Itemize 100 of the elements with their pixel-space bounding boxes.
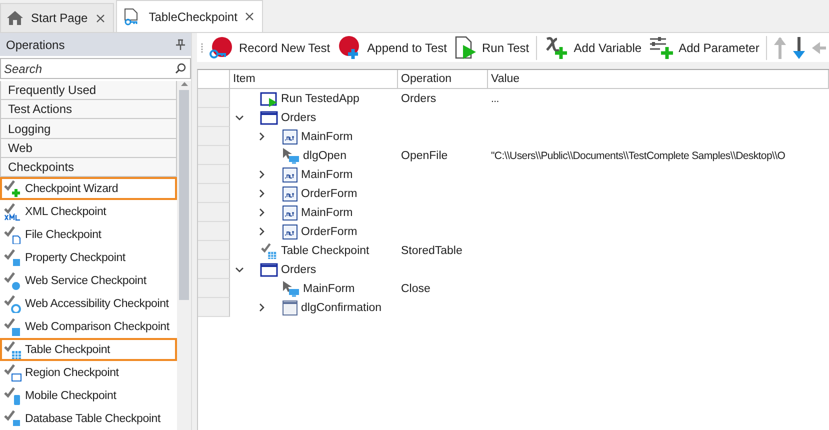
operation-name: OpenFile xyxy=(401,150,448,162)
dotnet-form-icon xyxy=(282,186,298,202)
row-indicator xyxy=(198,165,230,184)
row-indicator xyxy=(198,146,230,165)
category-header[interactable]: Web xyxy=(0,138,177,158)
home-icon xyxy=(7,10,23,26)
window-icon xyxy=(260,262,278,278)
checkpoint-table-icon xyxy=(4,340,22,359)
record-icon xyxy=(206,36,235,60)
tab-label: Start Page xyxy=(31,11,88,25)
panel-title: Operations xyxy=(6,38,65,52)
item-name[interactable]: MainForm xyxy=(301,168,353,180)
row-indicator xyxy=(198,260,230,279)
checkpoint-xml-icon xyxy=(4,202,22,221)
toolbar-button[interactable]: Run Test xyxy=(450,34,532,60)
parameter-add-icon xyxy=(648,36,675,60)
item-name[interactable]: dlgOpen xyxy=(303,150,346,162)
category-header[interactable]: Test Actions xyxy=(0,100,177,120)
row-indicator xyxy=(198,279,230,298)
operation-item[interactable]: Database Table Checkpoint xyxy=(0,407,177,430)
item-name[interactable]: dlgConfirmation xyxy=(301,302,382,314)
item-name[interactable]: MainForm xyxy=(303,282,355,294)
item-name[interactable]: Table Checkpoint xyxy=(281,244,370,256)
row-indicator xyxy=(198,222,230,241)
operation-item[interactable]: XML Checkpoint xyxy=(0,200,177,224)
checkpoint-file-icon xyxy=(4,226,22,244)
toolbar-button[interactable]: Add Variable xyxy=(540,34,645,60)
row-indicator xyxy=(198,89,230,108)
cursor-monitor-icon xyxy=(282,148,300,164)
search-field[interactable]: Search xyxy=(0,58,191,79)
row-indicator xyxy=(198,108,230,127)
up-arrow-icon xyxy=(774,36,786,60)
dotnet-form-icon xyxy=(282,128,298,144)
category-header[interactable]: Checkpoints xyxy=(0,158,177,178)
toolbar-button[interactable]: Add Parameter xyxy=(646,34,762,60)
value-text: "C:\\Users\\Public\\Documents\\TestComplete Samples\\Desktop\\O xyxy=(491,150,786,162)
left-arrow-icon xyxy=(812,42,826,54)
row-indicator xyxy=(198,127,230,146)
item-name[interactable]: Orders xyxy=(281,112,316,124)
category-header[interactable]: Frequently Used xyxy=(0,81,177,100)
item-name[interactable]: MainForm xyxy=(301,206,353,218)
checkpoint-region-icon xyxy=(4,364,22,382)
checkpoint-webcompare-icon xyxy=(4,318,22,336)
operation-item[interactable]: Region Checkpoint xyxy=(0,361,177,384)
item-name[interactable]: Orders xyxy=(281,264,316,276)
item-name[interactable]: MainForm xyxy=(301,130,353,142)
cursor-monitor-icon xyxy=(282,280,300,296)
scroll-up-icon xyxy=(180,81,188,86)
close-icon xyxy=(245,12,254,21)
operation-name: Orders xyxy=(401,92,436,104)
tab-label: TableCheckpoint xyxy=(148,10,238,24)
expand-caret-icon xyxy=(256,189,266,198)
down-arrow-icon xyxy=(792,36,805,60)
checkpoint-webservice-icon xyxy=(4,272,22,290)
column-header[interactable]: Value xyxy=(488,70,829,89)
checkpoint-wizard-icon xyxy=(4,180,22,198)
scrollbar[interactable] xyxy=(177,81,191,430)
expand-caret-icon xyxy=(256,208,266,217)
search-icon xyxy=(175,63,186,74)
dotnet-form-icon xyxy=(282,224,298,240)
dotnet-form-icon xyxy=(282,166,298,182)
column-header[interactable]: Item xyxy=(230,70,398,89)
collapse-caret-icon xyxy=(234,265,244,274)
checkpoint-mobile-icon xyxy=(4,386,22,405)
checkpoint-webaccess-icon xyxy=(4,294,22,313)
checkpoint-property-icon xyxy=(4,248,22,267)
checkpoint-database-icon xyxy=(4,410,22,428)
document-tab[interactable]: Start Page xyxy=(0,3,114,32)
pin-icon xyxy=(176,39,185,50)
expand-caret-icon xyxy=(256,132,266,141)
dotnet-form-icon xyxy=(282,204,298,220)
category-header[interactable]: Logging xyxy=(0,119,177,139)
value-text: ... xyxy=(491,92,499,104)
item-name[interactable]: OrderForm xyxy=(301,188,358,200)
operation-item[interactable]: Web Comparison Checkpoint xyxy=(0,315,177,338)
operation-item[interactable]: Table Checkpoint xyxy=(0,338,177,362)
operation-item[interactable]: Checkpoint Wizard xyxy=(0,177,177,200)
operation-name: StoredTable xyxy=(401,244,462,256)
item-name[interactable]: Run TestedApp xyxy=(281,92,360,104)
toolbar-button[interactable]: Append to Test xyxy=(334,34,450,60)
row-indicator xyxy=(198,184,230,203)
toolbar-button[interactable]: Record New Test xyxy=(204,34,334,60)
expand-caret-icon xyxy=(256,227,266,236)
row-indicator xyxy=(198,203,230,222)
column-header[interactable]: Operation xyxy=(398,70,488,89)
close-icon xyxy=(96,14,105,22)
row-indicator xyxy=(198,298,230,317)
checkpoint-table-icon xyxy=(260,242,278,258)
expand-caret-icon xyxy=(256,303,266,312)
window-icon xyxy=(260,110,278,126)
operation-name: Close xyxy=(401,282,430,294)
document-tab[interactable]: TableCheckpoint xyxy=(116,0,264,32)
operation-item[interactable]: Web Service Checkpoint xyxy=(0,269,177,292)
row-indicator xyxy=(198,241,230,260)
operation-item[interactable]: Web Accessibility Checkpoint xyxy=(0,292,177,316)
operation-item[interactable]: Property Checkpoint xyxy=(0,246,177,270)
item-name[interactable]: OrderForm xyxy=(301,226,358,238)
operation-item[interactable]: File Checkpoint xyxy=(0,223,177,246)
operation-item[interactable]: Mobile Checkpoint xyxy=(0,384,177,408)
run-icon xyxy=(454,36,478,60)
